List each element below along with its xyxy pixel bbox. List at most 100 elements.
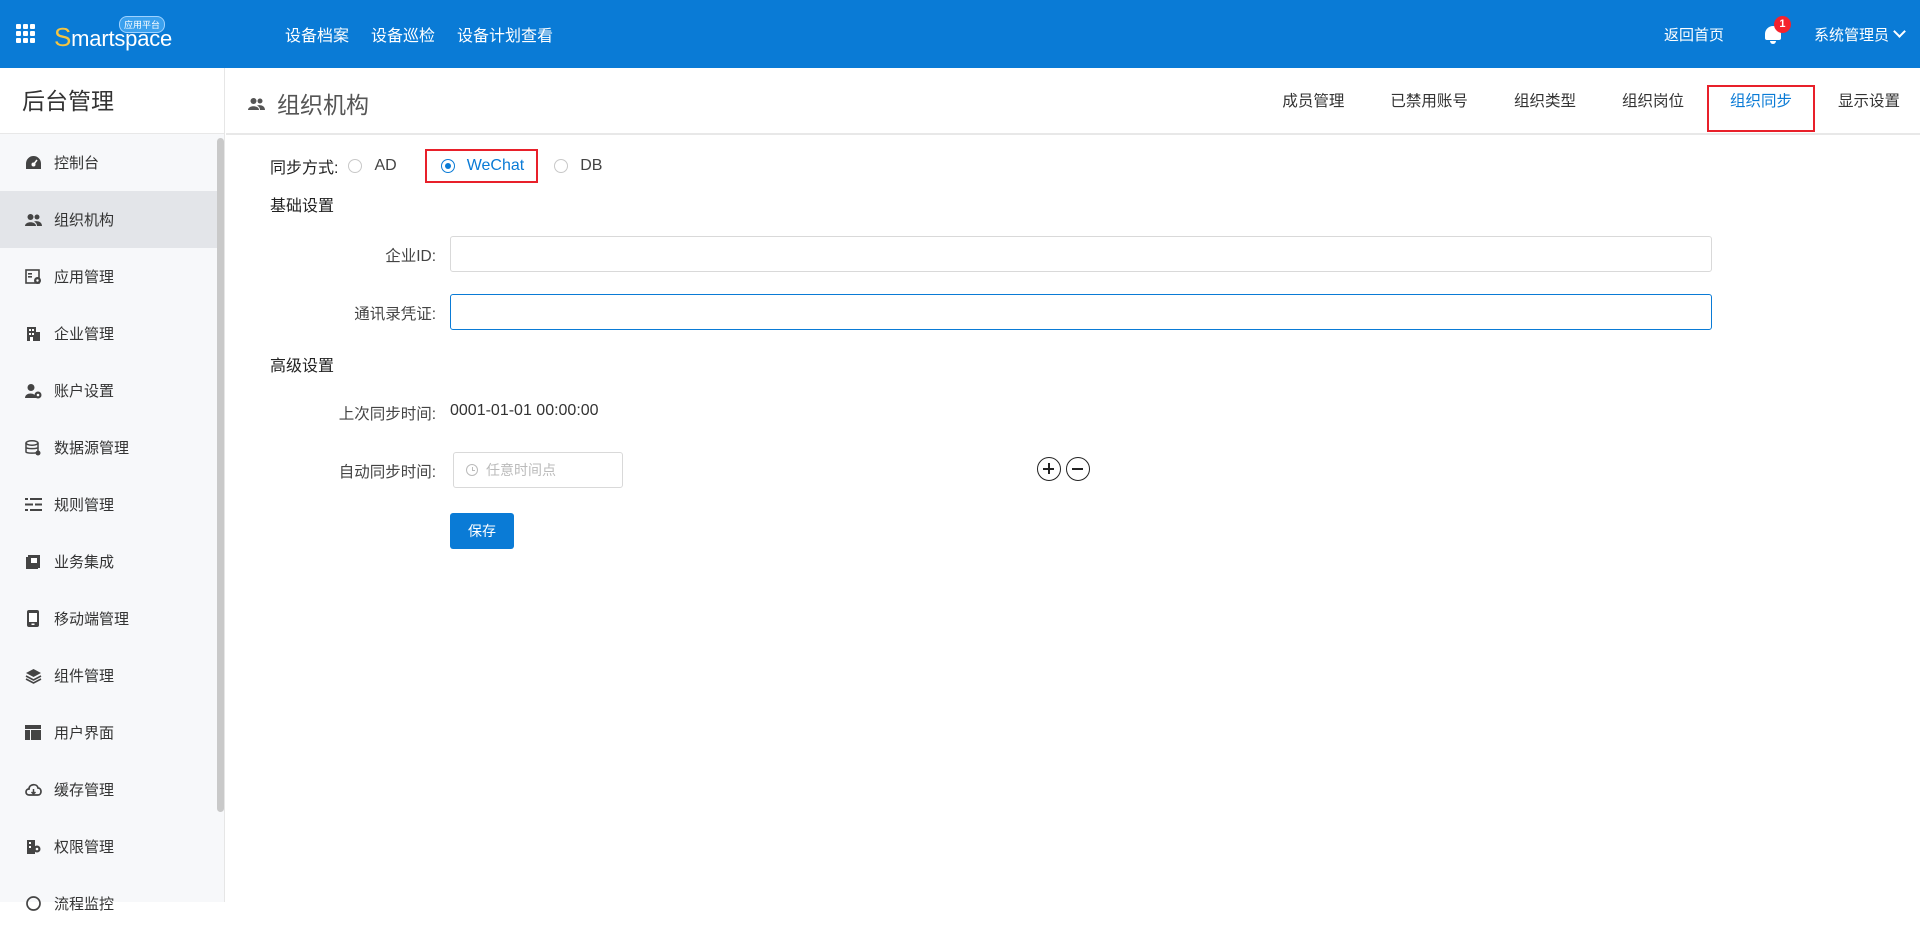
sidebar-item-permission[interactable]: 权限管理 xyxy=(0,818,224,875)
corp-id-label: 企业ID: xyxy=(385,248,436,265)
tab-org-sync[interactable]: 组织同步 xyxy=(1706,73,1816,132)
sidebar-item-label: 组织机构 xyxy=(54,212,115,229)
cache-icon xyxy=(24,781,42,799)
sidebar-item-label: 缓存管理 xyxy=(54,782,115,799)
contact-secret-label: 通讯录凭证: xyxy=(354,306,436,323)
contact-secret-input[interactable] xyxy=(450,294,1712,330)
radio-db[interactable]: DB xyxy=(554,157,602,175)
integration-icon xyxy=(24,553,42,571)
sidebar-item-dashboard[interactable]: 控制台 xyxy=(0,134,224,191)
wechat-highlight: WeChat xyxy=(424,149,539,183)
logo-badge: 应用平台 xyxy=(119,16,166,33)
basic-settings-heading: 基础设置 xyxy=(270,198,335,215)
bell-icon[interactable]: 1 xyxy=(1762,16,1791,45)
sidebar-item-label: 移动端管理 xyxy=(54,611,130,628)
nav-device-archive[interactable]: 设备档案 xyxy=(285,22,349,46)
page-title-text: 组织机构 xyxy=(277,92,369,118)
radio-db-dot xyxy=(554,159,569,173)
sidebar-list: 控制台组织机构应用管理企业管理账户设置数据源管理规则管理业务集成移动端管理组件管… xyxy=(0,134,224,932)
sidebar-item-cache[interactable]: 缓存管理 xyxy=(0,761,224,818)
content-header: 组织机构 成员管理 已禁用账号 组织类型 组织岗位 组织同步 显示设置 xyxy=(226,68,1920,135)
main-content: 同步方式: AD WeChat DB 基础设置 企业ID: 通讯录凭证: 高级设… xyxy=(226,137,1920,902)
radio-wechat[interactable]: WeChat xyxy=(440,157,525,175)
home-link[interactable]: 返回首页 xyxy=(1664,24,1724,45)
sidebar-item-layout[interactable]: 用户界面 xyxy=(0,704,224,761)
last-sync-label: 上次同步时间: xyxy=(338,406,436,423)
sidebar-item-label: 规则管理 xyxy=(54,497,115,514)
tab-members[interactable]: 成员管理 xyxy=(1259,73,1367,130)
users-icon xyxy=(248,90,265,117)
chevron-down-icon xyxy=(1893,25,1906,38)
top-bar: Smartspace 应用平台 设备档案 设备巡检 设备计划查看 返回首页 1 … xyxy=(0,0,1920,68)
advanced-settings-heading: 高级设置 xyxy=(270,358,335,375)
sidebar-item-label: 流程监控 xyxy=(54,896,115,913)
permission-icon xyxy=(24,838,42,856)
tab-display-settings[interactable]: 显示设置 xyxy=(1815,73,1920,130)
sidebar-item-mobile[interactable]: 移动端管理 xyxy=(0,590,224,647)
sync-method-row: 同步方式: AD WeChat DB xyxy=(270,149,626,183)
add-time-icon[interactable] xyxy=(1037,457,1061,481)
logo[interactable]: Smartspace 应用平台 xyxy=(54,16,172,52)
radio-ad-label: AD xyxy=(374,157,397,174)
sidebar-item-account[interactable]: 账户设置 xyxy=(0,362,224,419)
radio-wechat-dot xyxy=(440,159,455,173)
radio-wechat-label: WeChat xyxy=(466,157,525,174)
sidebar-item-flow[interactable]: 流程监控 xyxy=(0,875,224,932)
auto-sync-time-picker[interactable]: 任意时间点 xyxy=(453,452,623,488)
users-icon xyxy=(24,211,42,229)
account-icon xyxy=(24,382,42,400)
tab-bar: 成员管理 已禁用账号 组织类型 组织岗位 组织同步 显示设置 xyxy=(1259,68,1920,135)
dashboard-icon xyxy=(24,154,42,172)
database-icon xyxy=(24,439,42,457)
sidebar-item-label: 数据源管理 xyxy=(54,440,130,457)
sidebar-item-label: 应用管理 xyxy=(54,269,115,286)
page-title: 组织机构 xyxy=(248,86,369,120)
building-icon xyxy=(24,325,42,343)
sidebar-item-app-manage[interactable]: 应用管理 xyxy=(0,248,224,305)
flow-icon xyxy=(24,895,42,913)
sidebar-item-label: 账户设置 xyxy=(54,383,115,400)
nav-device-inspection[interactable]: 设备巡检 xyxy=(371,22,435,46)
rules-icon xyxy=(24,496,42,514)
tab-org-types[interactable]: 组织类型 xyxy=(1491,73,1599,130)
radio-db-label: DB xyxy=(580,157,603,174)
sidebar: 后台管理 控制台组织机构应用管理企业管理账户设置数据源管理规则管理业务集成移动端… xyxy=(0,68,225,913)
tab-disabled-accounts[interactable]: 已禁用账号 xyxy=(1367,73,1491,130)
app-manage-icon xyxy=(24,268,42,286)
auto-sync-placeholder: 任意时间点 xyxy=(486,462,556,478)
auto-sync-label: 自动同步时间: xyxy=(338,464,436,481)
sync-method-label: 同步方式: xyxy=(270,160,339,177)
remove-time-icon[interactable] xyxy=(1066,457,1090,481)
mobile-icon xyxy=(24,610,42,628)
sidebar-item-label: 控制台 xyxy=(54,155,100,172)
sidebar-item-integration[interactable]: 业务集成 xyxy=(0,533,224,590)
sidebar-item-rules[interactable]: 规则管理 xyxy=(0,476,224,533)
layout-icon xyxy=(24,724,42,742)
corp-id-input[interactable] xyxy=(450,236,1712,272)
notification-badge: 1 xyxy=(1773,16,1791,33)
app-grid-icon[interactable] xyxy=(16,24,36,44)
user-name: 系统管理员 xyxy=(1813,26,1889,44)
sidebar-item-label: 权限管理 xyxy=(54,839,115,856)
sidebar-item-label: 企业管理 xyxy=(54,326,115,343)
top-right: 返回首页 1 系统管理员 xyxy=(1664,0,1920,68)
clock-icon xyxy=(466,464,478,476)
radio-ad[interactable]: AD xyxy=(348,157,397,175)
sidebar-item-database[interactable]: 数据源管理 xyxy=(0,419,224,476)
sidebar-item-users[interactable]: 组织机构 xyxy=(0,191,224,248)
sidebar-item-label: 用户界面 xyxy=(54,725,115,742)
save-button[interactable]: 保存 xyxy=(450,513,514,549)
sidebar-scrollbar[interactable] xyxy=(217,138,224,812)
layers-icon xyxy=(24,667,42,685)
radio-ad-dot xyxy=(348,159,363,173)
sidebar-title: 后台管理 xyxy=(0,68,224,134)
nav-device-plan[interactable]: 设备计划查看 xyxy=(457,22,553,46)
tab-org-positions[interactable]: 组织岗位 xyxy=(1599,73,1707,130)
sidebar-item-layers[interactable]: 组件管理 xyxy=(0,647,224,704)
sidebar-item-building[interactable]: 企业管理 xyxy=(0,305,224,362)
sidebar-item-label: 组件管理 xyxy=(54,668,115,685)
last-sync-value: 0001-01-01 00:00:00 xyxy=(450,402,599,419)
sidebar-item-label: 业务集成 xyxy=(54,554,115,571)
user-menu[interactable]: 系统管理员 xyxy=(1813,24,1906,45)
top-nav: 设备档案 设备巡检 设备计划查看 xyxy=(285,0,575,68)
